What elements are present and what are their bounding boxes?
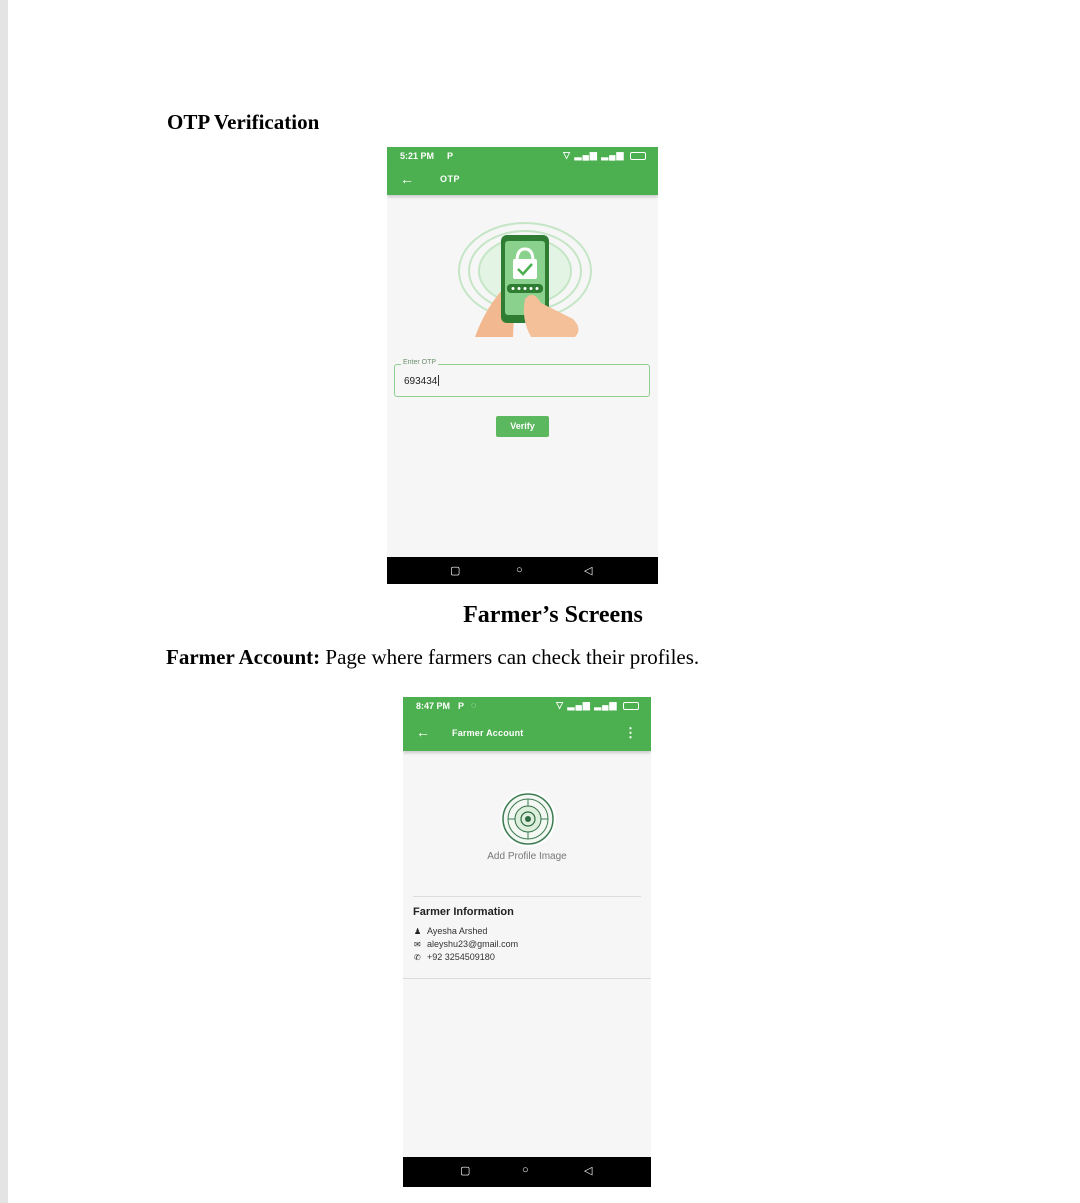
app-bar: ← OTP xyxy=(387,165,658,195)
app-bar: ← Farmer Account ⋮ xyxy=(403,716,651,751)
battery-icon xyxy=(630,151,646,160)
otp-screen-screenshot: 5:21 PM P ▽ ▂▄▆ ▂▄▆ ← OTP Enter OTP 6934… xyxy=(387,147,658,584)
farmer-phone-row: ✆ +92 3254509180 xyxy=(414,952,495,962)
wifi-icon: ▽ xyxy=(563,150,572,160)
text-cursor xyxy=(438,375,440,386)
divider xyxy=(403,978,651,979)
system-nav-bar: ▢ ○ ◁ xyxy=(403,1157,651,1187)
farmer-info-title: Farmer Information xyxy=(413,906,514,918)
status-icons: ▽ ▂▄▆ ▂▄▆ xyxy=(556,700,639,711)
signal-icon: ▂▄▆ ▂▄▆ xyxy=(567,700,618,710)
status-bar: 8:47 PM P ◌ ▽ ▂▄▆ ▂▄▆ xyxy=(403,697,651,716)
otp-section-heading: OTP Verification xyxy=(167,110,320,134)
status-time: 8:47 PM xyxy=(416,701,451,711)
farmer-name: Ayesha Arshed xyxy=(427,926,488,936)
battery-icon xyxy=(623,701,639,710)
mail-icon: ✉ xyxy=(414,940,421,949)
divider xyxy=(413,896,641,897)
farmer-email: aleyshu23@gmail.com xyxy=(427,939,519,949)
farmer-name-row: ♟ Ayesha Arshed xyxy=(414,926,487,936)
wifi-icon: ▽ xyxy=(556,700,565,710)
farmer-email-row: ✉ aleyshu23@gmail.com xyxy=(414,939,518,949)
farmer-account-label: Farmer Account: xyxy=(166,645,321,669)
nav-home-icon[interactable]: ○ xyxy=(516,564,523,576)
app-bar-title: OTP xyxy=(440,174,461,184)
otp-lock-illustration xyxy=(458,222,592,337)
whatsapp-icon: ◌ xyxy=(471,700,477,710)
add-profile-image-label[interactable]: Add Profile Image xyxy=(403,851,651,862)
otp-field-label: Enter OTP xyxy=(401,359,439,366)
app-bar-title: Farmer Account xyxy=(452,728,524,738)
profile-avatar[interactable] xyxy=(499,790,557,848)
status-time: 5:21 PM xyxy=(400,151,435,161)
otp-field-value: 693434 xyxy=(404,376,438,387)
farmer-account-desc-text: Page where farmers can check their profi… xyxy=(320,645,700,669)
menu-dots-icon[interactable]: ⋮ xyxy=(624,725,637,741)
app-notification-icon: P xyxy=(458,701,465,711)
verify-button[interactable]: Verify xyxy=(496,416,549,437)
farmer-screens-heading: Farmer’s Screens xyxy=(463,602,643,628)
system-nav-bar: ▢ ○ ◁ xyxy=(387,557,658,584)
nav-recent-icon[interactable]: ▢ xyxy=(460,1164,470,1177)
phone-icon: ✆ xyxy=(414,953,421,962)
nav-home-icon[interactable]: ○ xyxy=(522,1164,529,1176)
farmer-account-description: Farmer Account: Page where farmers can c… xyxy=(166,645,699,670)
nav-recent-icon[interactable]: ▢ xyxy=(450,564,460,577)
otp-input-field[interactable]: Enter OTP 693434 xyxy=(394,359,650,397)
farmer-account-screenshot: 8:47 PM P ◌ ▽ ▂▄▆ ▂▄▆ ← Farmer Account ⋮… xyxy=(403,697,651,1187)
status-icons: ▽ ▂▄▆ ▂▄▆ xyxy=(563,150,646,161)
person-icon: ♟ xyxy=(414,927,422,936)
nav-back-icon[interactable]: ◁ xyxy=(584,564,592,577)
back-arrow-icon[interactable]: ← xyxy=(416,724,430,740)
back-arrow-icon[interactable]: ← xyxy=(400,171,414,187)
app-notification-icon: P xyxy=(447,151,454,161)
status-bar: 5:21 PM P ▽ ▂▄▆ ▂▄▆ xyxy=(387,147,658,165)
signal-icon: ▂▄▆ ▂▄▆ xyxy=(574,150,625,160)
nav-back-icon[interactable]: ◁ xyxy=(584,1164,592,1177)
farmer-phone: +92 3254509180 xyxy=(427,952,495,962)
